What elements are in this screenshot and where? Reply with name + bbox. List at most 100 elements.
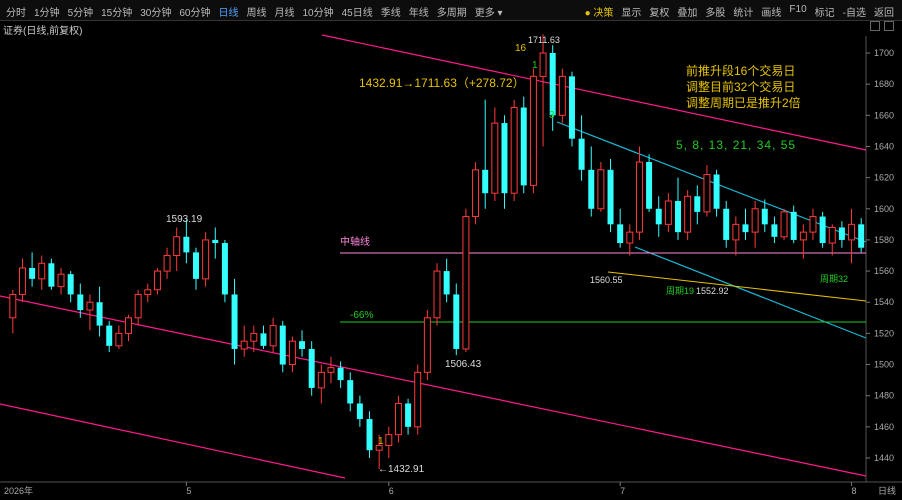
candle-body [462,216,470,350]
candle-body [539,52,547,77]
candle-body [491,122,499,194]
candle-body [568,76,575,139]
y-tick-label-1520: 1520 [874,328,894,338]
y-tick-label-1640: 1640 [874,141,894,151]
candle-body [347,380,354,404]
candle-body [77,294,84,311]
candle-body [38,262,46,280]
candle-body [144,289,152,295]
candle-body [819,216,826,244]
candle-body [646,162,653,209]
candle-body [288,340,296,366]
candle-body [183,236,190,253]
candle-body [394,402,402,436]
y-tick-label-1440: 1440 [874,453,894,463]
candle-body [115,332,123,347]
label-1506: 1506.43 [445,359,482,370]
candle-body [221,243,228,295]
x-label-5: 日线 [878,485,896,496]
candle-body [723,208,730,240]
y-tick-label-1660: 1660 [874,110,894,120]
candle-body [279,325,286,365]
count-16: 16 [515,43,527,54]
candle-body [433,270,441,319]
candle-body [771,224,778,237]
count-1-top: 1 [532,60,538,71]
candle-body [790,211,797,240]
candle-body [327,367,335,373]
y-tick-label-1600: 1600 [874,204,894,214]
candle-body [212,239,219,244]
candle-body [558,75,566,116]
candle-body [260,333,267,346]
candle-body [405,403,412,427]
candle-body [664,200,672,225]
candle-body [607,169,614,225]
candle-body [732,223,740,241]
candle-body [414,371,422,428]
y-tick-label-1700: 1700 [874,48,894,58]
candle-body [250,332,258,342]
candle-body [472,169,480,218]
label-1711: 1711.63 [528,35,560,45]
x-label-2: 6 [389,486,394,496]
x-label-3: 7 [620,486,625,496]
label-1552: 1552.92 [696,286,729,296]
candle-body [635,161,643,233]
candle-body [520,107,527,186]
y-tick-label-1500: 1500 [874,360,894,370]
candle-body [96,302,103,326]
candle-body [742,224,749,233]
count-1-bottom: 1 [378,436,384,447]
candle-body [443,271,450,295]
x-label-0: 2026年 [4,485,33,496]
candle-body [269,325,277,347]
candle-body [828,226,836,244]
candle-body [337,367,344,381]
candle-body [529,75,537,186]
label-1560: 1560.55 [590,275,623,285]
candle-body [453,294,460,349]
fib-sequence: 5, 8, 13, 21, 34, 55 [676,138,797,152]
cycle-line-2: 调整目前32个交易日 [686,80,796,94]
candle-body [838,227,845,240]
label-1432: ←1432.91 [378,464,425,475]
candle-body [385,434,393,447]
candle-body [848,223,856,241]
candle-body [231,294,238,349]
candle-body [655,208,662,225]
candle-body [48,263,55,287]
candle-body [193,252,199,279]
candle-body [617,224,624,244]
cycle19-label: 周期19 [666,286,694,296]
candle-body [9,293,17,319]
candle-body [578,138,585,170]
candle-body [308,348,315,388]
y-tick-label-1480: 1480 [874,391,894,401]
y-tick-label-1460: 1460 [874,422,894,432]
candle-body [202,239,210,280]
label-1593: 1593.19 [166,214,203,225]
candle-body [299,341,306,349]
candle-body [626,231,634,244]
candle-body [240,340,248,350]
range-annotation: 1432.91→1711.63（+278.72） [359,76,525,90]
candle-body [713,174,720,209]
cycle-line-3: 调整周期已是推升2倍 [686,96,801,110]
pct-label: -66% [350,310,373,321]
cycle-annotation: 前推升段16个交易日 调整目前32个交易日 调整周期已是推升2倍 [686,63,801,111]
candle-body [356,403,363,420]
candle-body [751,208,759,233]
candle-body [675,200,681,233]
candle-body [597,169,605,210]
x-label-4: 8 [852,486,857,496]
candle-body [67,274,74,295]
x-label-1: 5 [186,486,191,496]
y-tick-label-1620: 1620 [874,173,894,183]
candle-body [809,216,817,233]
lower-channel-line [0,403,346,479]
candle-body [799,231,807,241]
cycle-line-1: 前推升段16个交易日 [686,64,796,78]
midline-label: 中轴线 [340,235,370,248]
candle-body [29,267,36,279]
